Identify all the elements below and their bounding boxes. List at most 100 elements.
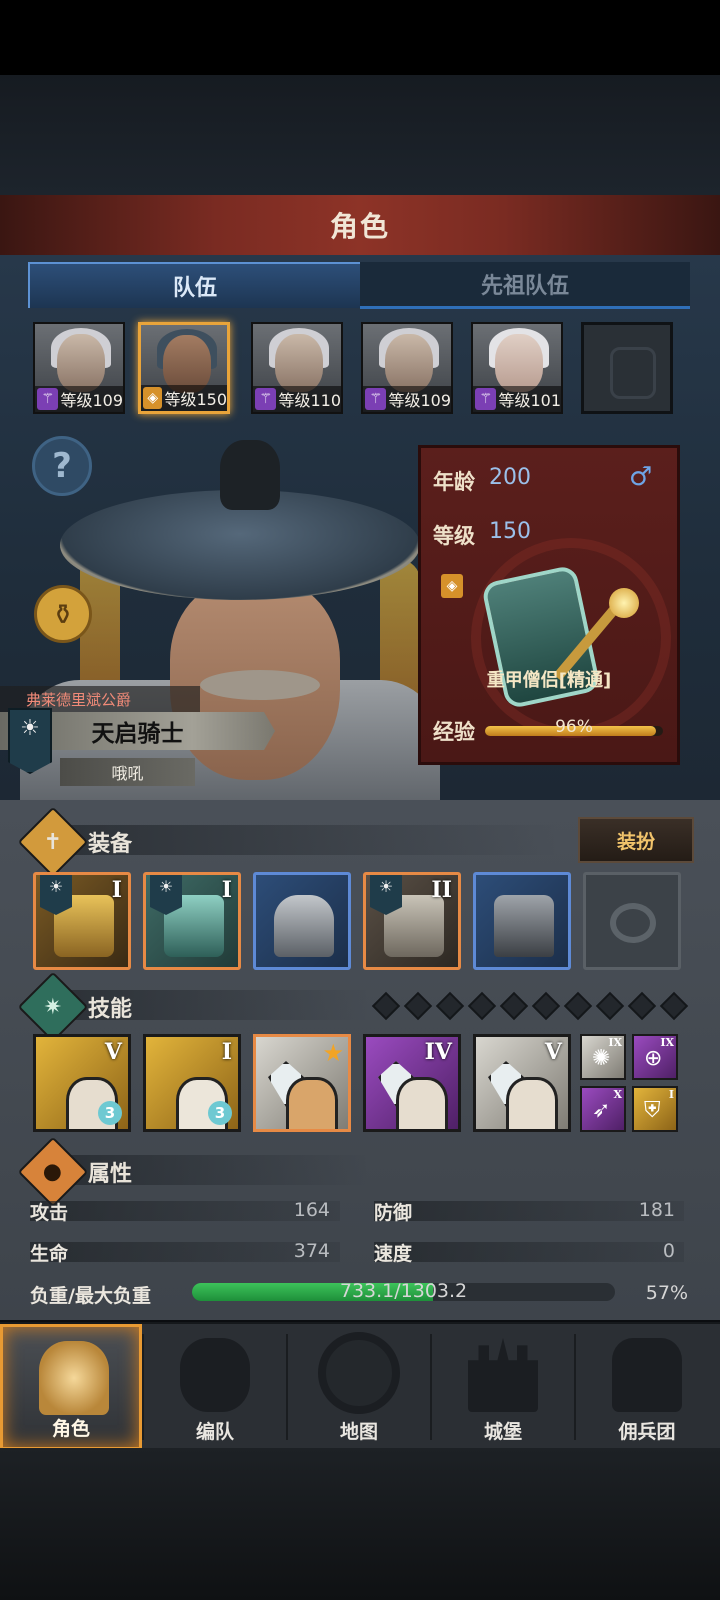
helmet-icon bbox=[274, 895, 334, 957]
nav-castle[interactable]: 城堡 bbox=[432, 1324, 574, 1450]
mini-skill-4[interactable]: ⛨ I bbox=[632, 1086, 678, 1132]
shield-icon: ◈ bbox=[143, 387, 163, 409]
portrait-face bbox=[495, 334, 543, 392]
staff-icon: ⚚ bbox=[365, 388, 387, 410]
party-member-3[interactable]: ⚚ 等级110 bbox=[251, 322, 343, 414]
nav-character[interactable]: 角色 bbox=[0, 1324, 142, 1450]
hp-label: 生命 bbox=[30, 1243, 69, 1265]
attributes-title: 属性 bbox=[88, 1162, 133, 1187]
skill-charge-badge: 3 bbox=[208, 1101, 232, 1125]
gem-hand-icon bbox=[396, 1077, 448, 1129]
bottom-navigation: 角色 编队 地图 城堡 佣兵团 bbox=[0, 1322, 720, 1450]
load-value: 733.1/1303.2 bbox=[339, 1280, 468, 1302]
target-icon: ⊕ bbox=[644, 1046, 663, 1071]
boots-icon bbox=[494, 895, 554, 957]
castle-icon bbox=[468, 1338, 538, 1412]
gem-hand-icon bbox=[286, 1077, 338, 1129]
sun-banner-icon: ☀ bbox=[150, 875, 182, 915]
sun-banner-icon: ☀ bbox=[370, 875, 402, 915]
staff-icon: ⚚ bbox=[255, 388, 277, 410]
question-icon: ? bbox=[52, 446, 72, 486]
party-member-5[interactable]: ⚚ 等级101 bbox=[471, 322, 563, 414]
tab-ancestor-party[interactable]: 先祖队伍 bbox=[360, 262, 690, 309]
dress-up-button[interactable]: 装扮 bbox=[578, 817, 694, 863]
page-title: 角色 bbox=[329, 210, 390, 243]
mini-skill-3[interactable]: ➶ X bbox=[580, 1086, 626, 1132]
compass-map-icon bbox=[318, 1332, 400, 1414]
speed-value: 0 bbox=[662, 1240, 675, 1262]
attack-value: 164 bbox=[293, 1199, 330, 1221]
star-icon: ★ bbox=[322, 1039, 344, 1067]
spear-icon: ➶ bbox=[592, 1098, 611, 1123]
level-label: 等级 bbox=[433, 524, 475, 548]
nav-map[interactable]: 地图 bbox=[288, 1324, 430, 1450]
hp-value: 374 bbox=[293, 1240, 330, 1262]
equip-slot-ring[interactable] bbox=[583, 872, 681, 970]
equip-slot-weapon[interactable]: ☀ I bbox=[33, 872, 131, 970]
skill-slot-1[interactable]: V 3 bbox=[33, 1034, 131, 1132]
skill-slot-5[interactable]: V bbox=[473, 1034, 571, 1132]
knight-icon bbox=[39, 1341, 109, 1415]
staff-icon: ⚚ bbox=[37, 388, 59, 410]
party-level: 等级150 bbox=[164, 390, 227, 409]
equip-slot-helmet[interactable] bbox=[253, 872, 351, 970]
party-member-2[interactable]: ◈ 等级150 bbox=[138, 322, 230, 414]
load-label: 负重/最大负重 bbox=[30, 1285, 151, 1307]
skill-slot-3[interactable]: ★ bbox=[253, 1034, 351, 1132]
nav-mercenary[interactable]: 佣兵团 bbox=[576, 1324, 718, 1450]
party-level: 等级109 bbox=[60, 391, 123, 410]
male-gender-icon: ♂ bbox=[629, 462, 653, 492]
ring-icon bbox=[610, 903, 656, 943]
class-shield-icon: ◈ bbox=[441, 574, 463, 598]
class-name: 重甲僧侣[精通] bbox=[486, 670, 612, 691]
help-button[interactable]: ? bbox=[32, 436, 92, 496]
empty-slot-icon bbox=[610, 347, 656, 399]
equip-slot-armor[interactable]: ☀ II bbox=[363, 872, 461, 970]
formation-icon bbox=[180, 1338, 250, 1412]
age-label: 年龄 bbox=[433, 470, 475, 494]
skill-slot-2[interactable]: I 3 bbox=[143, 1034, 241, 1132]
top-background bbox=[0, 75, 720, 195]
exp-label: 经验 bbox=[433, 720, 475, 744]
header-bar: 角色 bbox=[0, 195, 720, 258]
mini-skill-2[interactable]: ⊕ IX bbox=[632, 1034, 678, 1080]
equipment-title: 装备 bbox=[88, 832, 133, 857]
character-info-card: 年龄 200 ♂ 等级 150 ◈ 重甲僧侣[精通] 经验 96% bbox=[418, 445, 680, 765]
status-bar-area bbox=[0, 0, 720, 75]
portrait-face bbox=[385, 334, 433, 392]
nav-formation[interactable]: 编队 bbox=[144, 1324, 286, 1450]
potion-icon: ⚱ bbox=[51, 597, 75, 631]
portrait-face bbox=[57, 334, 105, 392]
party-empty-slot[interactable] bbox=[581, 322, 673, 414]
equip-slot-boots[interactable] bbox=[473, 872, 571, 970]
level-value: 150 bbox=[489, 519, 531, 544]
mini-skill-1[interactable]: ✺ IX bbox=[580, 1034, 626, 1080]
party-member-4[interactable]: ⚚ 等级109 bbox=[361, 322, 453, 414]
defense-label: 防御 bbox=[374, 1202, 413, 1224]
skills-title: 技能 bbox=[88, 997, 133, 1022]
party-level: 等级109 bbox=[388, 391, 451, 410]
party-level: 等级110 bbox=[278, 391, 341, 410]
character-subtitle: 哦吼 bbox=[60, 758, 195, 786]
skill-slot-4[interactable]: IV bbox=[363, 1034, 461, 1132]
bottom-background bbox=[0, 1448, 720, 1600]
sun-banner-icon: ☀ bbox=[40, 875, 72, 915]
age-value: 200 bbox=[489, 465, 531, 490]
attack-label: 攻击 bbox=[30, 1202, 69, 1224]
mercenary-icon bbox=[612, 1338, 682, 1412]
shield-icon: ⛨ bbox=[644, 1098, 661, 1123]
tab-party[interactable]: 队伍 bbox=[28, 262, 362, 308]
potion-button[interactable]: ⚱ bbox=[34, 585, 92, 643]
party-level: 等级101 bbox=[498, 391, 561, 410]
sun-banner-icon: ☀ bbox=[8, 708, 52, 774]
speed-label: 速度 bbox=[374, 1243, 413, 1265]
portrait-face bbox=[275, 334, 323, 392]
tab-bar: 队伍 先祖队伍 bbox=[28, 262, 690, 310]
load-percent: 57% bbox=[645, 1282, 688, 1304]
party-member-1[interactable]: ⚚ 等级109 bbox=[33, 322, 125, 414]
equip-slot-shield[interactable]: ☀ I bbox=[143, 872, 241, 970]
defense-value: 181 bbox=[638, 1199, 675, 1221]
skill-charge-badge: 3 bbox=[98, 1101, 122, 1125]
burst-icon: ✺ bbox=[592, 1046, 611, 1071]
gem-hand-icon bbox=[506, 1077, 558, 1129]
